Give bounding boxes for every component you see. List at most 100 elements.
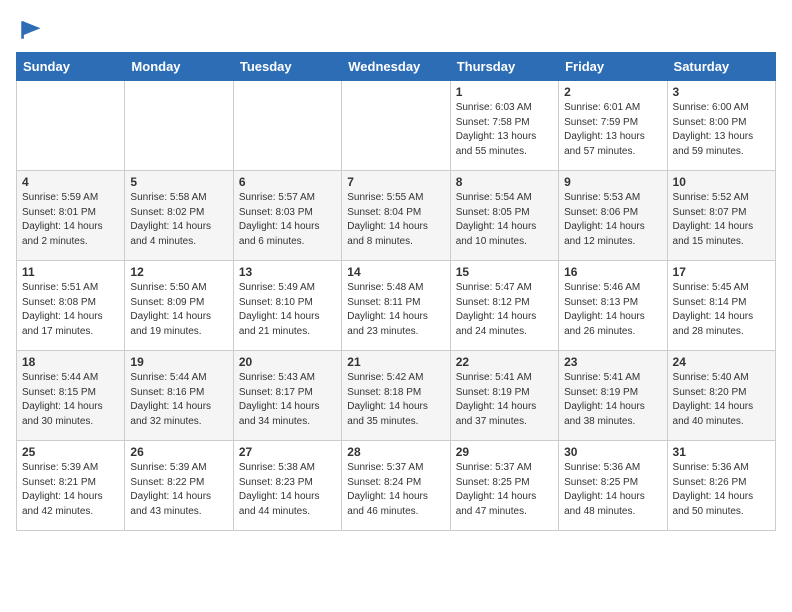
- day-cell: 26 Sunrise: 5:39 AM Sunset: 8:22 PM Dayli…: [125, 441, 233, 531]
- day-number: 3: [673, 85, 770, 99]
- day-cell: 10 Sunrise: 5:52 AM Sunset: 8:07 PM Dayli…: [667, 171, 775, 261]
- day-info: Sunrise: 5:44 AM Sunset: 8:16 PM Dayligh…: [130, 371, 227, 429]
- day-info: Sunrise: 6:01 AM Sunset: 7:59 PM Dayligh…: [564, 101, 661, 159]
- logo-icon: [16, 16, 44, 44]
- day-cell: 17 Sunrise: 5:45 AM Sunset: 8:14 PM Dayli…: [667, 261, 775, 351]
- col-header-monday: Monday: [125, 53, 233, 81]
- day-number: 28: [347, 445, 444, 459]
- day-cell: 4 Sunrise: 5:59 AM Sunset: 8:01 PM Daylig…: [17, 171, 125, 261]
- day-info: Sunrise: 5:41 AM Sunset: 8:19 PM Dayligh…: [564, 371, 661, 429]
- col-header-thursday: Thursday: [450, 53, 558, 81]
- day-number: 27: [239, 445, 336, 459]
- day-info: Sunrise: 5:37 AM Sunset: 8:25 PM Dayligh…: [456, 461, 553, 519]
- day-cell: 18 Sunrise: 5:44 AM Sunset: 8:15 PM Dayli…: [17, 351, 125, 441]
- day-number: 2: [564, 85, 661, 99]
- day-info: Sunrise: 5:50 AM Sunset: 8:09 PM Dayligh…: [130, 281, 227, 339]
- day-info: Sunrise: 5:59 AM Sunset: 8:01 PM Dayligh…: [22, 191, 119, 249]
- day-cell: 9 Sunrise: 5:53 AM Sunset: 8:06 PM Daylig…: [559, 171, 667, 261]
- col-header-wednesday: Wednesday: [342, 53, 450, 81]
- day-cell: 23 Sunrise: 5:41 AM Sunset: 8:19 PM Dayli…: [559, 351, 667, 441]
- day-info: Sunrise: 5:37 AM Sunset: 8:24 PM Dayligh…: [347, 461, 444, 519]
- day-number: 21: [347, 355, 444, 369]
- day-number: 15: [456, 265, 553, 279]
- day-cell: 31 Sunrise: 5:36 AM Sunset: 8:26 PM Dayli…: [667, 441, 775, 531]
- day-cell: 2 Sunrise: 6:01 AM Sunset: 7:59 PM Daylig…: [559, 81, 667, 171]
- day-cell: 13 Sunrise: 5:49 AM Sunset: 8:10 PM Dayli…: [233, 261, 341, 351]
- week-row-2: 4 Sunrise: 5:59 AM Sunset: 8:01 PM Daylig…: [17, 171, 776, 261]
- day-number: 7: [347, 175, 444, 189]
- day-cell: [125, 81, 233, 171]
- day-number: 11: [22, 265, 119, 279]
- day-info: Sunrise: 5:58 AM Sunset: 8:02 PM Dayligh…: [130, 191, 227, 249]
- day-info: Sunrise: 5:51 AM Sunset: 8:08 PM Dayligh…: [22, 281, 119, 339]
- day-cell: 21 Sunrise: 5:42 AM Sunset: 8:18 PM Dayli…: [342, 351, 450, 441]
- day-info: Sunrise: 5:49 AM Sunset: 8:10 PM Dayligh…: [239, 281, 336, 339]
- day-number: 8: [456, 175, 553, 189]
- day-cell: 22 Sunrise: 5:41 AM Sunset: 8:19 PM Dayli…: [450, 351, 558, 441]
- page-header: [16, 16, 776, 44]
- day-number: 9: [564, 175, 661, 189]
- day-info: Sunrise: 5:38 AM Sunset: 8:23 PM Dayligh…: [239, 461, 336, 519]
- day-number: 5: [130, 175, 227, 189]
- day-number: 6: [239, 175, 336, 189]
- day-cell: 11 Sunrise: 5:51 AM Sunset: 8:08 PM Dayli…: [17, 261, 125, 351]
- day-cell: 6Sunrise: 5:57 AM Sunset: 8:03 PM Daylig…: [233, 171, 341, 261]
- day-info: Sunrise: 5:44 AM Sunset: 8:15 PM Dayligh…: [22, 371, 119, 429]
- day-info: Sunrise: 5:53 AM Sunset: 8:06 PM Dayligh…: [564, 191, 661, 249]
- col-header-saturday: Saturday: [667, 53, 775, 81]
- day-cell: 19Sunrise: 5:44 AM Sunset: 8:16 PM Dayli…: [125, 351, 233, 441]
- day-cell: 16Sunrise: 5:46 AM Sunset: 8:13 PM Dayli…: [559, 261, 667, 351]
- day-info: Sunrise: 5:36 AM Sunset: 8:26 PM Dayligh…: [673, 461, 770, 519]
- week-row-4: 18 Sunrise: 5:44 AM Sunset: 8:15 PM Dayli…: [17, 351, 776, 441]
- col-header-friday: Friday: [559, 53, 667, 81]
- day-cell: 20 Sunrise: 5:43 AM Sunset: 8:17 PM Dayli…: [233, 351, 341, 441]
- day-number: 20: [239, 355, 336, 369]
- day-cell: [342, 81, 450, 171]
- day-info: Sunrise: 5:39 AM Sunset: 8:21 PM Dayligh…: [22, 461, 119, 519]
- day-info: Sunrise: 5:40 AM Sunset: 8:20 PM Dayligh…: [673, 371, 770, 429]
- day-info: Sunrise: 5:45 AM Sunset: 8:14 PM Dayligh…: [673, 281, 770, 339]
- day-info: Sunrise: 5:43 AM Sunset: 8:17 PM Dayligh…: [239, 371, 336, 429]
- week-row-3: 11 Sunrise: 5:51 AM Sunset: 8:08 PM Dayli…: [17, 261, 776, 351]
- week-row-1: 1Sunrise: 6:03 AM Sunset: 7:58 PM Daylig…: [17, 81, 776, 171]
- day-info: Sunrise: 5:42 AM Sunset: 8:18 PM Dayligh…: [347, 371, 444, 429]
- day-number: 29: [456, 445, 553, 459]
- day-number: 4: [22, 175, 119, 189]
- day-cell: 1Sunrise: 6:03 AM Sunset: 7:58 PM Daylig…: [450, 81, 558, 171]
- day-number: 13: [239, 265, 336, 279]
- col-header-tuesday: Tuesday: [233, 53, 341, 81]
- day-number: 18: [22, 355, 119, 369]
- day-number: 26: [130, 445, 227, 459]
- day-number: 17: [673, 265, 770, 279]
- day-info: Sunrise: 5:48 AM Sunset: 8:11 PM Dayligh…: [347, 281, 444, 339]
- day-info: Sunrise: 5:47 AM Sunset: 8:12 PM Dayligh…: [456, 281, 553, 339]
- day-number: 10: [673, 175, 770, 189]
- day-info: Sunrise: 5:39 AM Sunset: 8:22 PM Dayligh…: [130, 461, 227, 519]
- day-cell: 14 Sunrise: 5:48 AM Sunset: 8:11 PM Dayli…: [342, 261, 450, 351]
- day-number: 24: [673, 355, 770, 369]
- day-info: Sunrise: 5:55 AM Sunset: 8:04 PM Dayligh…: [347, 191, 444, 249]
- day-number: 30: [564, 445, 661, 459]
- day-number: 25: [22, 445, 119, 459]
- day-cell: 29 Sunrise: 5:37 AM Sunset: 8:25 PM Dayli…: [450, 441, 558, 531]
- col-header-sunday: Sunday: [17, 53, 125, 81]
- day-cell: 12 Sunrise: 5:50 AM Sunset: 8:09 PM Dayli…: [125, 261, 233, 351]
- day-info: Sunrise: 6:00 AM Sunset: 8:00 PM Dayligh…: [673, 101, 770, 159]
- day-number: 14: [347, 265, 444, 279]
- day-number: 23: [564, 355, 661, 369]
- day-number: 12: [130, 265, 227, 279]
- day-cell: 5 Sunrise: 5:58 AM Sunset: 8:02 PM Daylig…: [125, 171, 233, 261]
- day-info: Sunrise: 5:41 AM Sunset: 8:19 PM Dayligh…: [456, 371, 553, 429]
- day-cell: [233, 81, 341, 171]
- day-cell: 7 Sunrise: 5:55 AM Sunset: 8:04 PM Daylig…: [342, 171, 450, 261]
- day-cell: 24 Sunrise: 5:40 AM Sunset: 8:20 PM Dayli…: [667, 351, 775, 441]
- day-info: Sunrise: 5:36 AM Sunset: 8:25 PM Dayligh…: [564, 461, 661, 519]
- week-row-5: 25 Sunrise: 5:39 AM Sunset: 8:21 PM Dayli…: [17, 441, 776, 531]
- day-cell: 27 Sunrise: 5:38 AM Sunset: 8:23 PM Dayli…: [233, 441, 341, 531]
- day-cell: 15 Sunrise: 5:47 AM Sunset: 8:12 PM Dayli…: [450, 261, 558, 351]
- day-number: 31: [673, 445, 770, 459]
- day-info: Sunrise: 5:52 AM Sunset: 8:07 PM Dayligh…: [673, 191, 770, 249]
- day-number: 22: [456, 355, 553, 369]
- calendar-table: SundayMondayTuesdayWednesdayThursdayFrid…: [16, 52, 776, 531]
- day-number: 1: [456, 85, 553, 99]
